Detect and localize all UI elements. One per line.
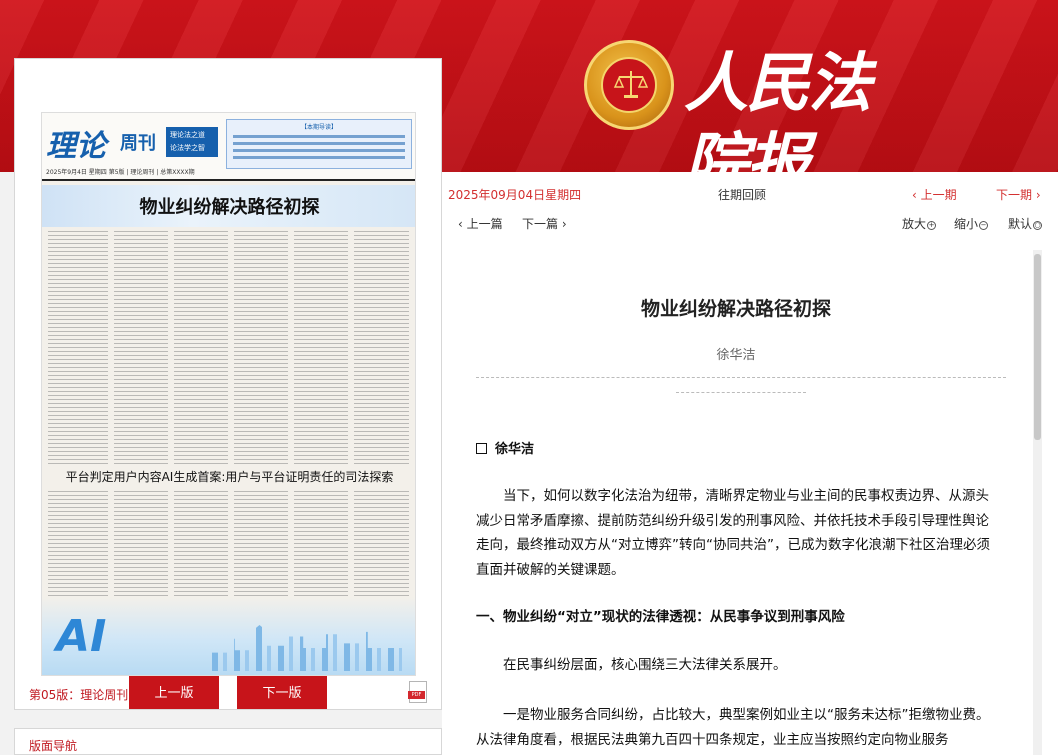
masthead-suffix: 周刊 xyxy=(120,133,156,154)
newspaper-panel: 理论 周刊 理论法之道 论法学之智 2025年9月4日 星期四 第5版 | 理论… xyxy=(14,58,442,710)
past-issues-link[interactable]: 往期回顾 xyxy=(718,186,766,203)
divider-short xyxy=(676,392,806,393)
zoom-out-label: 缩小 xyxy=(954,217,979,231)
zoom-in-label: 放大 xyxy=(902,217,927,231)
paper-masthead: 理论 周刊 理论法之道 论法学之智 2025年9月4日 星期四 第5版 | 理论… xyxy=(42,113,415,181)
article-byline: 徐华洁 xyxy=(476,438,534,457)
newspaper-page-thumbnail[interactable]: 理论 周刊 理论法之道 论法学之智 2025年9月4日 星期四 第5版 | 理论… xyxy=(41,112,416,676)
square-bullet-icon xyxy=(476,443,487,454)
zoom-in-button[interactable]: 放大 + xyxy=(902,215,937,232)
article-title: 物业纠纷解决路径初探 xyxy=(640,298,831,320)
divider xyxy=(476,377,1006,378)
zoom-default-button[interactable]: 默认 ○ xyxy=(1008,215,1043,232)
edition-label: 第05版：理论周刊 xyxy=(29,688,129,702)
masthead-chip: 理论法之道 论法学之智 xyxy=(166,127,218,157)
article-panel: 2025年09月04日星期四 往期回顾 ‹ 上一期 下一期 › ‹ 上一篇 下一… xyxy=(442,172,1058,755)
zoom-in-icon: + xyxy=(927,221,937,230)
issue-line: 2025年9月4日 星期四 第5版 | 理论周刊 | 总第XXXX期 xyxy=(46,169,195,176)
zoom-default-icon: ○ xyxy=(1033,221,1043,230)
current-date: 2025年09月04日星期四 xyxy=(448,188,582,202)
promo-title: 【本期导读】 xyxy=(300,124,337,131)
next-article-link[interactable]: 下一篇 › xyxy=(522,215,567,232)
article-paragraph: 当下，如何以数字化法治为纽带，清晰界定物业与业主间的民事权责边界、从源头减少日常… xyxy=(476,488,990,578)
paper-headline[interactable]: 物业纠纷解决路径初探 xyxy=(42,193,415,219)
ai-graphic-text: AI xyxy=(56,611,107,662)
site-logo[interactable]: 人民法院报 xyxy=(584,40,922,172)
pdf-icon-label: PDF xyxy=(408,691,425,699)
promo-box: 【本期导读】 xyxy=(226,119,412,169)
prev-article-link[interactable]: ‹ 上一篇 xyxy=(458,215,503,232)
prev-edition-button[interactable]: 上一版 xyxy=(129,676,219,709)
zoom-out-button[interactable]: 缩小 − xyxy=(954,215,989,232)
article-paragraph: 在民事纠纷层面，核心围绕三大法律关系展开。 xyxy=(503,657,787,673)
pdf-download-icon[interactable]: PDF xyxy=(408,681,427,703)
site-title: 人民法院报 xyxy=(684,46,872,172)
byline-name: 徐华洁 xyxy=(495,442,535,457)
scrollbar-thumb[interactable] xyxy=(1034,254,1041,440)
skyline-graphic xyxy=(212,625,402,671)
edition-bar: 第05版：理论周刊 上一版 下一版 PDF xyxy=(15,676,443,711)
scales-icon xyxy=(613,71,649,98)
article-paragraph: 一是物业服务合同纠纷，占比较大，典型案例如业主以“服务未达标”拒缴物业费。从法律… xyxy=(476,707,990,748)
section-nav-title: 版面导航 xyxy=(29,739,78,753)
zoom-out-icon: − xyxy=(979,221,989,230)
prev-period-link[interactable]: ‹ 上一期 xyxy=(912,186,957,203)
next-edition-button[interactable]: 下一版 xyxy=(237,676,327,709)
section-navigation: 版面导航 xyxy=(14,728,442,755)
zoom-default-label: 默认 xyxy=(1008,217,1033,231)
paper-subheadline[interactable]: 平台判定用户内容AI生成首案:用户与平台证明责任的司法探索 xyxy=(52,469,407,485)
article-author: 徐华洁 xyxy=(716,348,756,363)
court-emblem-icon xyxy=(584,40,674,130)
article-section-heading: 一、物业纠纷“对立”现状的法律透视：从民事争议到刑事风险 xyxy=(476,609,845,625)
ai-illustration: AI xyxy=(42,597,415,675)
headline-band: 物业纠纷解决路径初探 xyxy=(42,185,415,227)
masthead-title: 理论 xyxy=(46,129,106,164)
next-period-link[interactable]: 下一期 › xyxy=(996,186,1041,203)
